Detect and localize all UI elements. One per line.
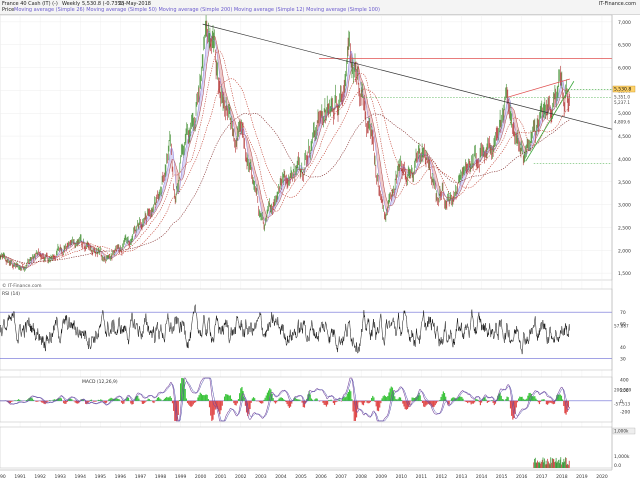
level-value-label: 4,809.6 bbox=[614, 119, 630, 124]
volume-panel bbox=[0, 426, 613, 469]
price-y-tick-label: 3,000 bbox=[618, 203, 631, 209]
x-axis-year-label: 2001 bbox=[215, 474, 227, 480]
x-axis-year-label: 2014 bbox=[476, 474, 488, 480]
x-axis-year-label: 1991 bbox=[14, 474, 26, 480]
volume-last-value-label: 1,000k bbox=[614, 429, 629, 434]
x-axis-year-label: 2016 bbox=[516, 474, 528, 480]
x-axis-year-label: 2011 bbox=[416, 474, 428, 480]
x-axis-year-label: 2009 bbox=[376, 474, 388, 480]
rsi-y-tick-label: 70 bbox=[620, 310, 626, 316]
rsi-last-value-label: 57.887 bbox=[614, 324, 629, 329]
x-axis-year-label: 2002 bbox=[235, 474, 247, 480]
price-y-tick-label: 2,500 bbox=[618, 225, 631, 231]
x-axis-year-label: 2004 bbox=[275, 474, 287, 480]
rsi-y-tick-label: 40 bbox=[620, 345, 626, 351]
x-axis-year-label: 1997 bbox=[135, 474, 147, 480]
x-axis-year-label: 2000 bbox=[195, 474, 207, 480]
price-y-tick-label: 2,000 bbox=[618, 248, 631, 254]
price-y-tick-label: 3,500 bbox=[618, 180, 631, 186]
x-axis-year-label: 1992 bbox=[34, 474, 46, 480]
macd-value-label: 206.389 bbox=[614, 387, 632, 392]
x-axis-year-label: 1994 bbox=[75, 474, 87, 480]
last-price-label: 5,530.8 bbox=[614, 87, 631, 93]
x-axis-year-label: 2018 bbox=[556, 474, 568, 480]
price-y-tick-label: 7,000 bbox=[618, 20, 631, 26]
x-axis-year-label: 1998 bbox=[155, 474, 167, 480]
price-y-tick-label: 1,500 bbox=[618, 271, 631, 277]
x-axis-year-label: 2013 bbox=[456, 474, 468, 480]
x-axis-year-label: 1990 bbox=[0, 474, 6, 480]
macd-signal-value-label: -57.513 bbox=[614, 401, 630, 406]
chart-stage: France 40 Cash (IT) (-) Weekly 5,530.8 (… bbox=[0, 0, 640, 480]
price-y-tick-label: 6,500 bbox=[618, 43, 631, 49]
x-axis-year-label: 2007 bbox=[335, 474, 347, 480]
x-axis-year-label: 1999 bbox=[175, 474, 187, 480]
x-axis-year-label: 2012 bbox=[436, 474, 448, 480]
x-axis-year-label: 2020 bbox=[596, 474, 608, 480]
x-axis-year-label: 1995 bbox=[95, 474, 107, 480]
x-axis-year-label: 2008 bbox=[355, 474, 367, 480]
rsi-y-tick-label: 30 bbox=[620, 356, 626, 362]
level-value-label: 5,237.1 bbox=[614, 100, 630, 105]
x-axis-year-label: 2015 bbox=[496, 474, 508, 480]
x-axis-year-label: 2003 bbox=[255, 474, 267, 480]
macd-title: MACD (12,26,9) bbox=[82, 379, 118, 385]
price-y-tick-label: 4,000 bbox=[618, 157, 631, 163]
x-axis-year-label: 1993 bbox=[54, 474, 66, 480]
macd-y-tick-label: 400 bbox=[620, 378, 629, 384]
x-axis-year-label: 2010 bbox=[396, 474, 408, 480]
volume-y-tick-label: 1,000k bbox=[614, 454, 630, 460]
x-axis-year-label: 2017 bbox=[536, 474, 548, 480]
rsi-title: RSI (14) bbox=[2, 291, 20, 297]
rsi-panel bbox=[0, 288, 613, 371]
price-y-tick-label: 4,500 bbox=[618, 134, 631, 140]
price-y-tick-label: 5,000 bbox=[618, 111, 631, 117]
price-y-tick-label: 6,000 bbox=[618, 66, 631, 72]
x-axis-year-label: 2019 bbox=[576, 474, 588, 480]
volume-y-tick-label: 0.0 bbox=[614, 463, 621, 469]
x-axis-year-label: 2006 bbox=[315, 474, 327, 480]
x-axis-year-label: 1996 bbox=[115, 474, 127, 480]
macd-y-tick-label: -200 bbox=[620, 409, 630, 415]
watermark-label: © IT-Finance.com bbox=[2, 282, 41, 289]
stock-chart-svg[interactable]: 1,500 2,000 2,500 3,000 3,500 4,000 4,500 5,000… bbox=[0, 0, 640, 480]
x-axis-year-label: 2005 bbox=[295, 474, 307, 480]
